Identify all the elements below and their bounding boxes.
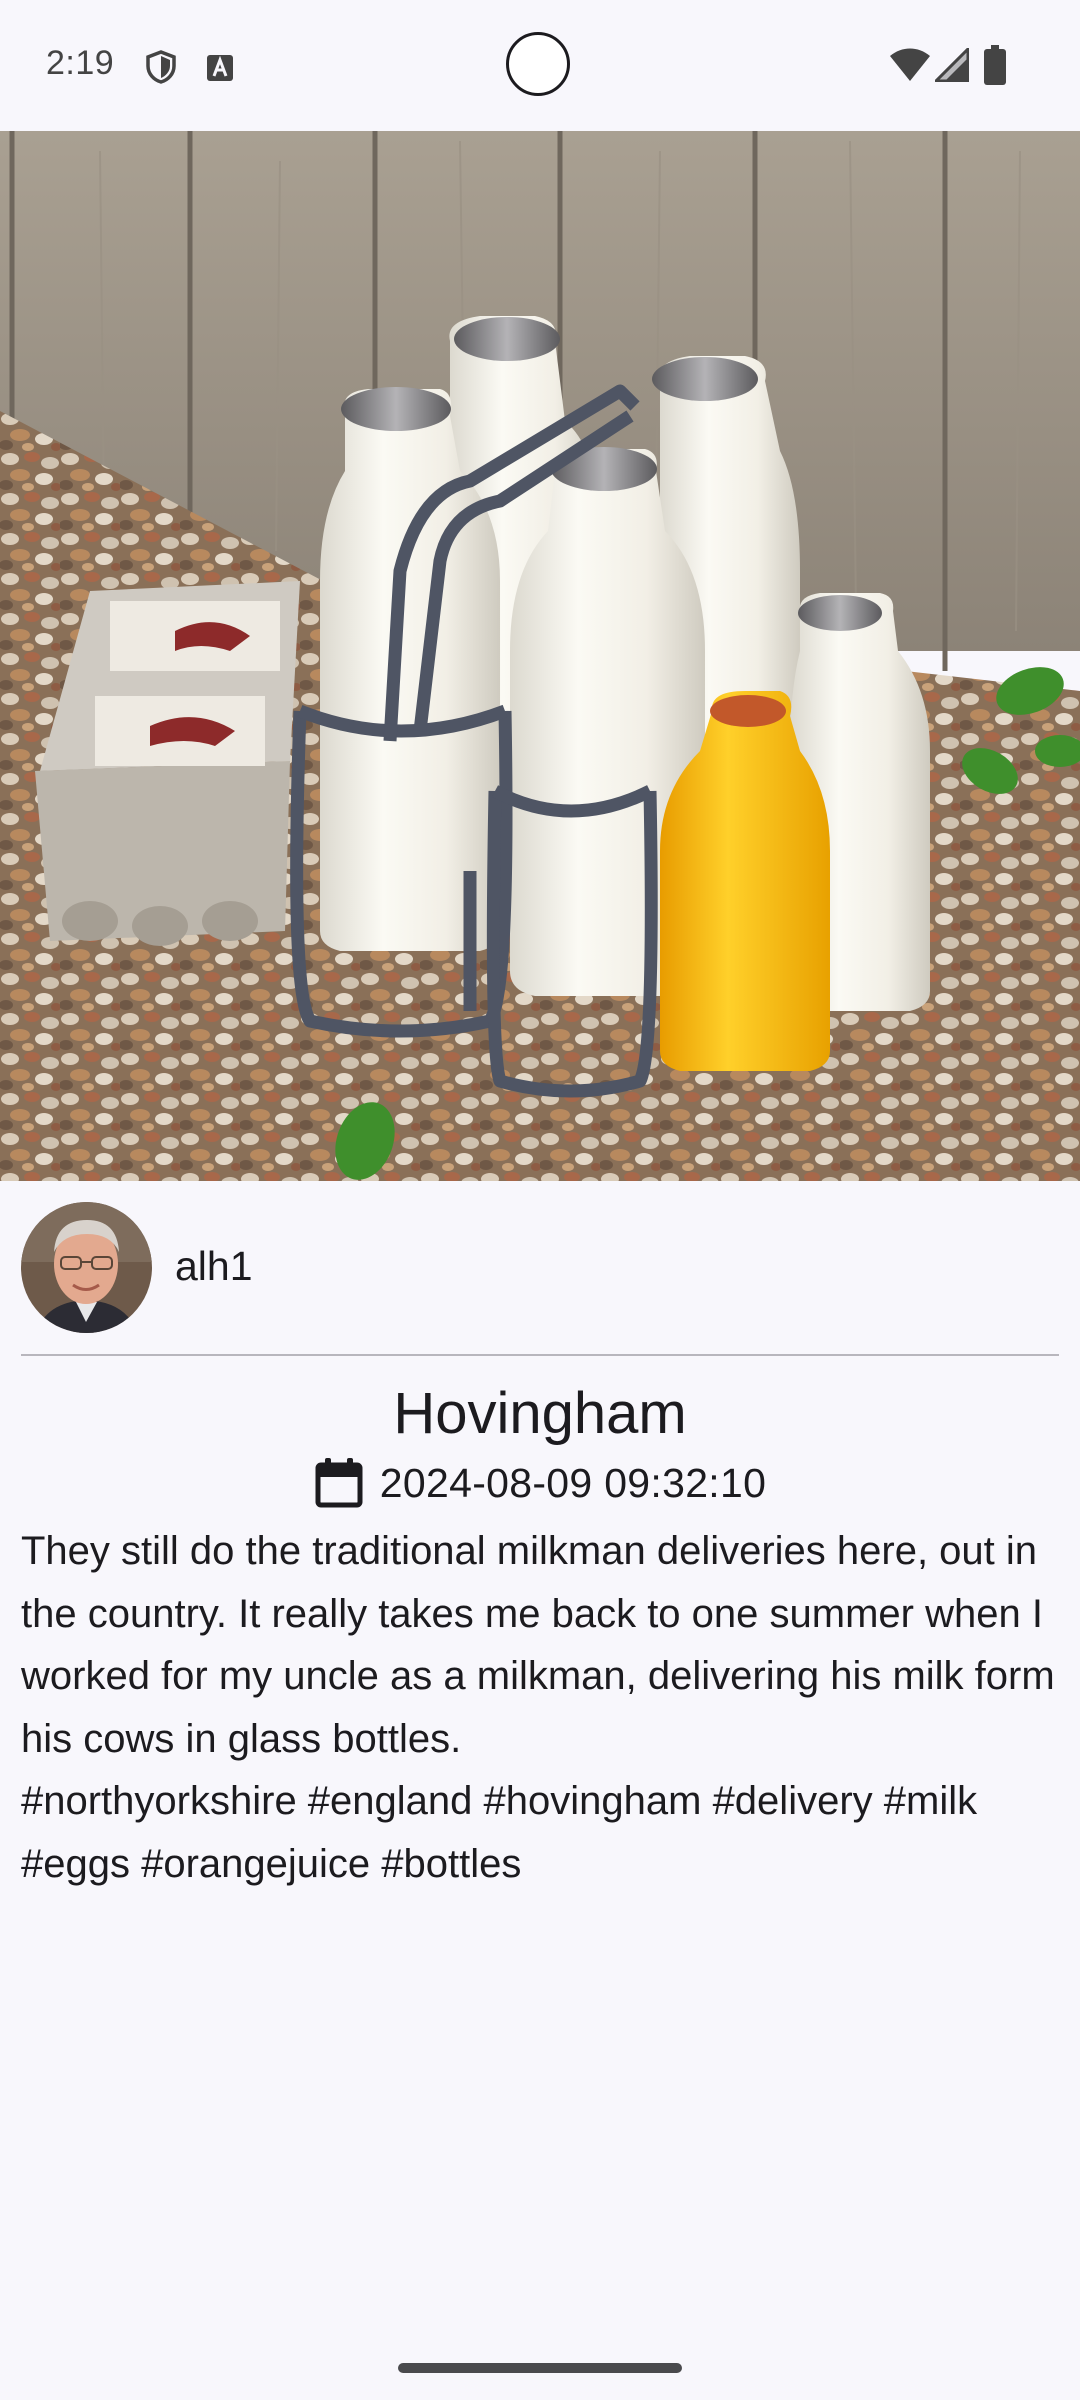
author-row[interactable]: alh1: [0, 1181, 1080, 1356]
post-body: They still do the traditional milkman de…: [21, 1529, 1055, 1886]
shield-icon: [146, 50, 176, 84]
milk-bottles-photo: [0, 131, 1080, 1181]
status-bar: 2:19: [0, 0, 1080, 131]
battery-icon: [984, 45, 1006, 85]
divider: [21, 1354, 1059, 1356]
status-time: 2:19: [46, 44, 115, 82]
author-username[interactable]: alh1: [175, 1243, 253, 1290]
text-a-icon: [207, 55, 233, 81]
wifi-icon: [890, 48, 930, 81]
post-title: Hovingham: [393, 1381, 687, 1446]
user-avatar[interactable]: [21, 1202, 152, 1333]
post-image[interactable]: [0, 131, 1080, 1181]
calendar-icon: [315, 1458, 363, 1508]
camera-cutout: [506, 32, 570, 96]
post-date: 2024-08-09 09:32:10: [379, 1459, 767, 1506]
signal-icon: [935, 48, 969, 82]
post-date-row: 2024-08-09 09:32:10: [0, 1455, 1080, 1511]
gesture-nav-handle[interactable]: [398, 2363, 682, 2373]
